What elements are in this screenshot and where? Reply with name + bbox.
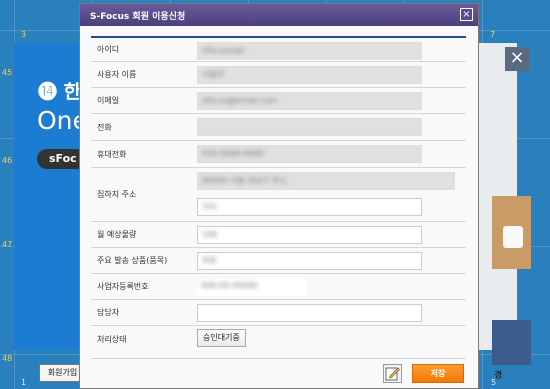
bizno-label: 사업자등록번호 — [97, 282, 149, 291]
edit-icon[interactable] — [383, 364, 402, 383]
userid-field: sfocususer — [197, 42, 422, 60]
form-row-username: 사용자 이름 사용자 — [91, 62, 466, 88]
ad-bottom-band — [492, 320, 531, 365]
form-row-manager: 담당자 — [91, 300, 466, 326]
day-number: 47 — [2, 240, 13, 249]
manager-input[interactable] — [197, 304, 422, 322]
product-label: 주요 발송 상품(품목) — [97, 256, 168, 265]
ad-logo: ⓮ 한 — [38, 81, 82, 103]
manager-label: 담당자 — [97, 308, 120, 317]
phone-label: 전화 — [97, 122, 112, 132]
day-number: 7 — [490, 30, 496, 39]
form-row-status: 처리상태 승인대기중 — [91, 326, 466, 352]
ad-right-text: 경 — [494, 371, 503, 381]
email-field: sfocus@email.com — [197, 92, 422, 110]
day-number: 46 — [2, 156, 13, 165]
username-field: 사용자 — [197, 66, 422, 84]
form-row-bizno: 사업자등록번호 000-00-00000 — [91, 274, 466, 300]
save-button[interactable]: 저장 — [412, 364, 464, 383]
form-row-email: 이메일 sfocus@email.com — [91, 88, 466, 114]
dialog-titlebar: S-Focus 회원 이용신청 × — [80, 4, 478, 26]
form-row-address: 집하지 주소 00000 서울 강남구 주소 101 — [91, 168, 466, 222]
status-button[interactable]: 승인대기중 — [197, 329, 246, 347]
form-row-phone: 전화 — [91, 114, 466, 141]
form-row-product: 주요 발송 상품(품목) 의류 — [91, 248, 466, 274]
monthly-label: 월 예상물량 — [97, 230, 137, 239]
form-row-userid: 아이디 sfocususer — [91, 36, 466, 62]
address-detail-input[interactable]: 101 — [197, 198, 422, 216]
address-label: 집하지 주소 — [97, 190, 137, 199]
day-number: 1 — [21, 378, 27, 387]
monthly-input[interactable]: 100 — [197, 226, 422, 244]
bizno-field: 000-00-00000 — [197, 278, 307, 296]
userid-label: 아이디 — [97, 45, 120, 54]
status-label: 처리상태 — [97, 334, 127, 344]
email-label: 이메일 — [97, 96, 120, 105]
product-input[interactable]: 의류 — [197, 252, 422, 270]
address-field-1: 00000 서울 강남구 주소 — [197, 172, 455, 190]
close-icon[interactable]: × — [505, 47, 529, 71]
day-number: 48 — [2, 354, 13, 363]
ad-mug-image — [503, 226, 523, 248]
form-table: 아이디 sfocususer 사용자 이름 사용자 이메일 sfocus@ema… — [91, 36, 466, 352]
dialog-title: S-Focus 회원 이용신청 — [90, 12, 186, 22]
mobile-label: 휴대전화 — [97, 149, 127, 159]
day-number: 45 — [2, 68, 13, 77]
footer-divider — [91, 358, 466, 359]
form-row-monthly: 월 예상물량 100 — [91, 222, 466, 248]
username-label: 사용자 이름 — [97, 70, 137, 79]
form-row-mobile: 휴대전화 010-0000-0000 — [91, 141, 466, 168]
close-icon[interactable]: × — [460, 8, 473, 21]
mobile-field: 010-0000-0000 — [197, 145, 422, 163]
membership-dialog: S-Focus 회원 이용신청 × 아이디 sfocususer 사용자 이름 … — [79, 3, 479, 389]
day-number: 3 — [21, 30, 27, 39]
phone-field — [197, 118, 422, 136]
